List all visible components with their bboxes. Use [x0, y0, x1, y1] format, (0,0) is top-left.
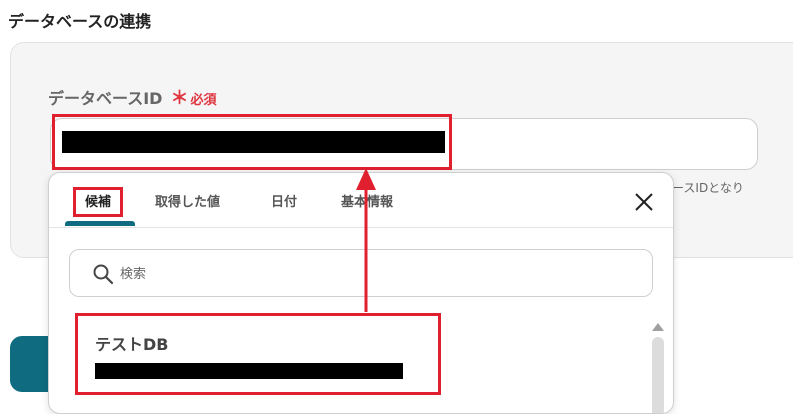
required-star: ＊: [170, 88, 189, 109]
search-input[interactable]: [118, 262, 642, 286]
required-text: 必須: [190, 93, 217, 108]
database-id-label: データベースID ＊必須: [48, 84, 216, 110]
candidate-popover: 候補 取得した値 日付 基本情報 テストDB: [48, 172, 674, 414]
help-text: ースIDとなり: [672, 181, 744, 195]
database-id-label-text: データベースID: [48, 89, 163, 108]
tab-date[interactable]: 日付: [271, 191, 297, 210]
active-tab-indicator: [65, 221, 135, 226]
highlight-box-input: [52, 114, 452, 170]
scroll-thumb[interactable]: [652, 337, 664, 413]
highlight-box-tab: [73, 187, 123, 217]
scroll-up-arrow-icon[interactable]: [652, 323, 664, 331]
close-icon[interactable]: [633, 191, 655, 213]
tab-basic-info[interactable]: 基本情報: [341, 191, 393, 210]
section-title: データベースの連携: [8, 12, 152, 31]
search-icon: [93, 264, 114, 285]
tab-retrieved-values[interactable]: 取得した値: [155, 191, 220, 210]
highlight-box-option: [75, 313, 441, 395]
popover-tabs: 候補 取得した値 日付 基本情報: [49, 173, 673, 228]
search-box: [69, 249, 653, 297]
scrollbar[interactable]: [649, 319, 667, 413]
